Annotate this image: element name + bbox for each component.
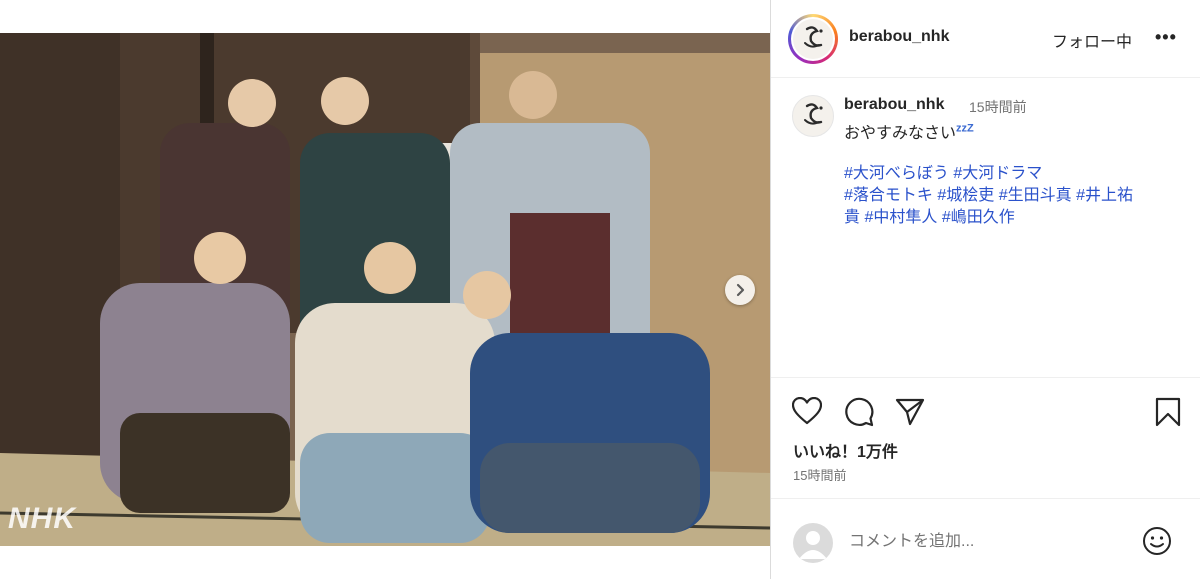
post-side-panel: berabou_nhk フォロー中 ••• berabou_nhk 15時間前 … [770,0,1200,579]
next-image-button[interactable] [725,275,755,305]
profile-avatar [793,19,833,59]
hashtag-link[interactable]: #大河べらぼう [844,165,949,182]
heart-icon [791,396,823,425]
berabou-logo-icon [804,103,823,125]
share-icon [895,398,925,426]
comment-icon [845,397,874,427]
hashtag-link[interactable]: #生田斗真 [999,187,1072,204]
hashtag-list: #大河べらぼう #大河ドラマ #落合モトキ #城桧吏 #生田斗真 #井上祐 貴 … [844,163,1184,229]
comment-button[interactable] [844,397,874,432]
emoji-button[interactable] [1142,526,1172,561]
bookmark-icon [1155,397,1181,427]
hashtag-link[interactable]: #城桧吏 [937,187,994,204]
comment-input[interactable] [849,528,1129,556]
caption-time[interactable]: 15時間前 [969,97,1027,117]
hashtag-line: 貴 #中村隼人 #嶋田久作 [844,207,1184,229]
post-actions: いいね！1万件 15時間前 [771,378,1200,498]
share-button[interactable] [895,397,925,432]
default-avatar-icon [799,531,827,559]
hashtag-link[interactable]: #中村隼人 [864,209,937,226]
caption-text: おやすみなさいzzZ [844,119,974,143]
hashtag-link[interactable]: #嶋田久作 [942,209,1015,226]
hashtag-link[interactable]: #大河ドラマ [953,165,1042,182]
caption-username[interactable]: berabou_nhk [844,96,944,114]
header-username[interactable]: berabou_nhk [849,28,949,46]
save-button[interactable] [1155,397,1181,432]
like-count[interactable]: いいね！1万件 [793,438,898,462]
post-timestamp[interactable]: 15時間前 [793,465,846,484]
hashtag-link[interactable]: #落合モトキ [844,187,933,204]
comment-bar [771,498,1200,580]
chevron-right-icon [736,283,745,297]
post-header: berabou_nhk フォロー中 ••• [771,0,1200,78]
media-area: NHK [0,0,770,579]
hashtag-line: #大河べらぼう #大河ドラマ [844,163,1184,185]
post-photo[interactable]: NHK [0,33,770,546]
user-avatar [793,523,833,563]
hashtag-line: #落合モトキ #城桧吏 #生田斗真 #井上祐 [844,185,1184,207]
following-button[interactable]: フォロー中 [1052,28,1132,52]
story-ring[interactable] [788,14,838,64]
caption-message: おやすみなさい [844,125,957,142]
more-options-button[interactable]: ••• [1155,27,1177,48]
photo-illustration [0,33,770,546]
nhk-watermark: NHK [8,502,76,535]
caption-avatar[interactable] [792,95,834,137]
post-caption: berabou_nhk 15時間前 おやすみなさいzzZ #大河べらぼう #大河… [771,77,1200,378]
smiley-icon [1143,527,1171,555]
berabou-logo-icon [804,26,823,48]
sleep-emoji: zzZ [956,122,974,135]
like-button[interactable] [791,396,823,430]
hashtag-link[interactable]: #井上祐 [1076,187,1133,204]
avatar-inner [791,17,835,61]
hashtag-link[interactable]: 貴 [844,209,860,226]
